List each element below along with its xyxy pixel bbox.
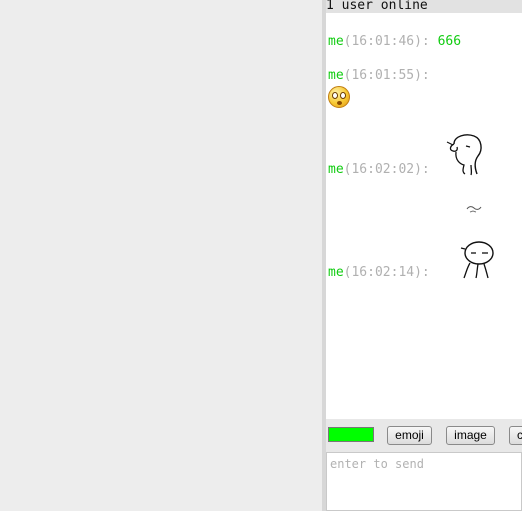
doodle-figure-sticker [446,134,482,176]
image-button[interactable]: image [446,426,495,445]
message-user: me [328,265,344,280]
message-row: me(16:01:55): [328,68,430,84]
message-user: me [328,68,344,83]
message-time: (16:01:55): [343,68,430,83]
message-input-area [326,452,522,511]
surprised-face-icon [328,86,350,108]
message-row: me(16:01:46): 666 [328,34,461,50]
message-text: 666 [437,34,462,49]
emoji-button[interactable]: emoji [387,426,432,445]
message-time: (16:02:14): [343,265,430,280]
message-input[interactable] [327,453,521,510]
clear-button[interactable]: c [509,426,522,445]
message-row: me(16:02:14): [328,265,430,281]
message-list[interactable]: me(16:01:46): 666 me(16:01:55): me(16:02… [326,13,522,419]
chat-panel: 1 user online me(16:01:46): 666 me(16:01… [326,0,522,511]
text-color-picker[interactable] [328,427,374,442]
message-user: me [328,162,344,177]
message-time: (16:02:02): [343,162,430,177]
doodle-figure-thinking-sticker [460,241,494,279]
online-status-text: 1 user online [326,0,428,13]
left-panel [0,0,322,511]
message-row: me(16:02:02): [328,162,430,178]
message-user: me [328,34,344,49]
chat-toolbar: emoji image c [326,419,522,452]
online-status-bar: 1 user online [326,0,522,13]
small-doodle-icon [466,206,482,213]
message-time: (16:01:46): [343,34,430,49]
